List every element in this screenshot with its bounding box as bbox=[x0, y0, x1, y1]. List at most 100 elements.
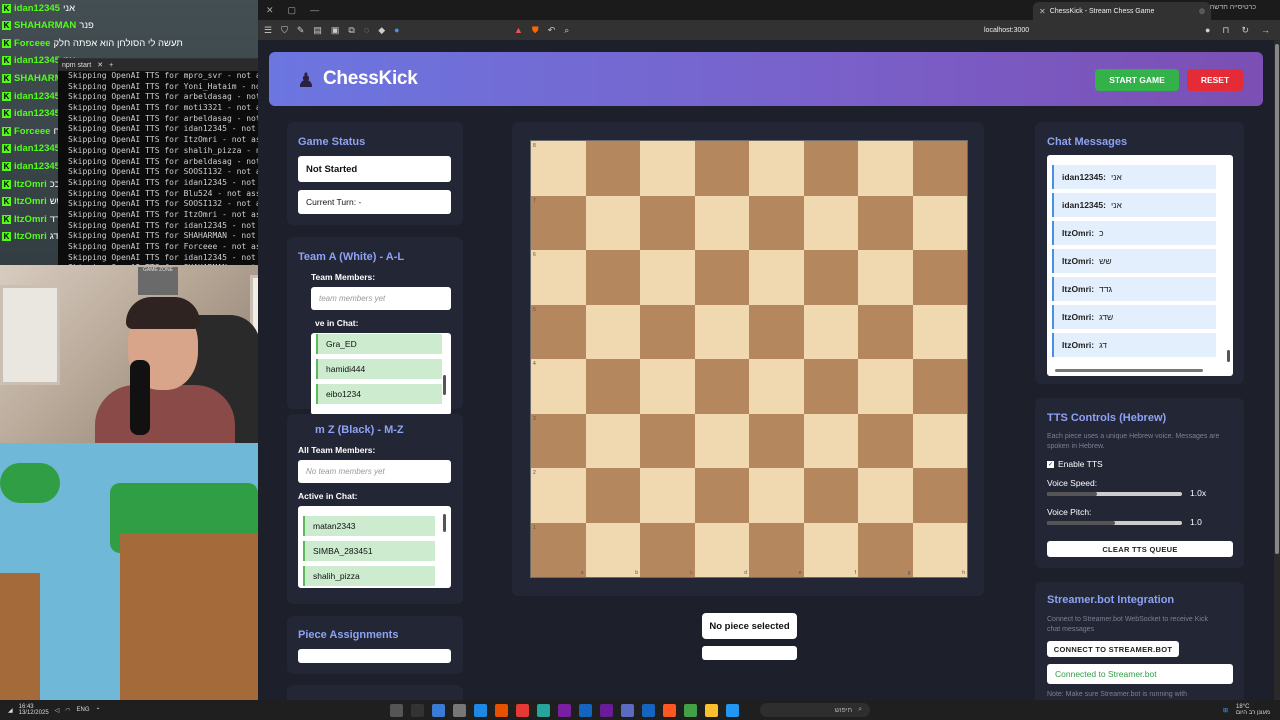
board-square[interactable] bbox=[694, 141, 749, 196]
chat-icon[interactable]: ◌ bbox=[364, 25, 369, 36]
screenshot-icon[interactable]: ⧉ bbox=[348, 25, 354, 36]
board-square[interactable] bbox=[640, 304, 695, 359]
board-square[interactable] bbox=[912, 413, 967, 468]
board-square[interactable] bbox=[803, 195, 858, 250]
board-square[interactable] bbox=[585, 304, 640, 359]
chess-board[interactable]: 87654321abcdefgh bbox=[530, 140, 968, 578]
board-square[interactable] bbox=[858, 468, 913, 523]
board-square[interactable]: g bbox=[858, 522, 913, 577]
git-app-icon[interactable] bbox=[495, 703, 508, 717]
board-square[interactable] bbox=[749, 359, 804, 414]
board-square[interactable] bbox=[858, 141, 913, 196]
brave-shield-icon[interactable]: ⛊ bbox=[532, 25, 539, 36]
board-square[interactable]: e bbox=[749, 522, 804, 577]
board-square[interactable] bbox=[640, 468, 695, 523]
menu-icon[interactable]: ☰ bbox=[264, 25, 272, 36]
board-square[interactable]: f bbox=[803, 522, 858, 577]
board-square[interactable] bbox=[749, 413, 804, 468]
chat-list[interactable]: idan12345: אני idan12345: אני ItzOmri: כ ItzOm… bbox=[1047, 155, 1233, 376]
board-square[interactable]: 6 bbox=[531, 250, 586, 305]
network-icon[interactable]: ◢ bbox=[8, 707, 13, 714]
chrome-app-icon[interactable] bbox=[516, 703, 529, 717]
voice-speed-slider[interactable] bbox=[1047, 492, 1182, 496]
clear-tts-queue-button[interactable]: CLEAR TTS QUEUE bbox=[1047, 541, 1233, 557]
board-square[interactable]: 8 bbox=[531, 141, 586, 196]
settings-app-icon[interactable] bbox=[453, 703, 466, 717]
team-a-active-list[interactable]: Gra_ED hamidi444 eibo1234 bbox=[311, 333, 451, 415]
board-square[interactable]: 7 bbox=[531, 195, 586, 250]
aftereffects-app-icon[interactable] bbox=[579, 703, 592, 717]
premiere-app-icon[interactable] bbox=[600, 703, 613, 717]
board-square[interactable] bbox=[585, 250, 640, 305]
tab-close-icon[interactable]: ✕ bbox=[1039, 7, 1046, 16]
page-scrollbar-thumb[interactable] bbox=[1275, 44, 1279, 554]
brave-app-icon[interactable] bbox=[663, 703, 676, 717]
weather[interactable]: 18°C מעונן רב היום bbox=[1236, 704, 1270, 716]
board-square[interactable] bbox=[803, 359, 858, 414]
board-square[interactable] bbox=[585, 141, 640, 196]
board-square[interactable]: 2 bbox=[531, 468, 586, 523]
close-window-icon[interactable]: ✕ bbox=[266, 5, 274, 16]
team-z-active-list[interactable]: matan2343 SIMBA_283451 shalih_pizza bbox=[298, 506, 451, 588]
board-square[interactable] bbox=[803, 250, 858, 305]
minimize-icon[interactable]: ▢ bbox=[288, 5, 297, 16]
tabs-icon[interactable]: ▣ bbox=[331, 25, 340, 36]
connect-streamerbot-button[interactable]: CONNECT TO STREAMER.BOT bbox=[1047, 641, 1179, 657]
board-square[interactable] bbox=[640, 413, 695, 468]
board-square[interactable] bbox=[749, 141, 804, 196]
board-square[interactable]: c bbox=[640, 522, 695, 577]
steam-app-icon[interactable] bbox=[642, 703, 655, 717]
reset-button[interactable]: RESET bbox=[1187, 69, 1243, 91]
board-square[interactable] bbox=[803, 304, 858, 359]
board-square[interactable] bbox=[640, 250, 695, 305]
board-square[interactable] bbox=[749, 250, 804, 305]
board-square[interactable] bbox=[858, 359, 913, 414]
back-icon[interactable]: ↶ bbox=[548, 25, 556, 36]
start-game-button[interactable]: START GAME bbox=[1095, 69, 1179, 91]
diamond-icon[interactable]: ◆ bbox=[378, 25, 385, 36]
terminal-app-icon[interactable] bbox=[390, 703, 403, 717]
board-square[interactable] bbox=[912, 250, 967, 305]
store-app-icon[interactable] bbox=[684, 703, 697, 717]
board-square[interactable] bbox=[694, 250, 749, 305]
extension-icon[interactable]: ● bbox=[394, 25, 399, 36]
scrollbar[interactable] bbox=[1227, 350, 1230, 362]
sidebar-icon[interactable]: ▤ bbox=[313, 25, 322, 36]
kick-app-icon[interactable] bbox=[726, 703, 739, 717]
board-square[interactable] bbox=[803, 141, 858, 196]
scrollbar[interactable] bbox=[443, 375, 446, 395]
board-square[interactable]: d bbox=[694, 522, 749, 577]
board-square[interactable]: 5 bbox=[531, 304, 586, 359]
board-square[interactable] bbox=[803, 468, 858, 523]
obs-app-icon[interactable] bbox=[411, 703, 424, 717]
clock[interactable]: 16:43 13/12/2025 bbox=[19, 704, 49, 716]
start-icon[interactable]: ⊞ bbox=[1223, 707, 1228, 714]
board-square[interactable] bbox=[694, 359, 749, 414]
board-square[interactable] bbox=[912, 141, 967, 196]
board-square[interactable] bbox=[858, 413, 913, 468]
horizontal-scrollbar[interactable] bbox=[1055, 369, 1203, 372]
warning-icon[interactable]: ▲ bbox=[514, 25, 523, 36]
vscode-app-icon[interactable] bbox=[432, 703, 445, 717]
board-square[interactable] bbox=[912, 468, 967, 523]
maximize-icon[interactable]: — bbox=[310, 5, 319, 16]
board-square[interactable] bbox=[694, 468, 749, 523]
board-square[interactable] bbox=[585, 195, 640, 250]
board-square[interactable] bbox=[694, 304, 749, 359]
board-square[interactable] bbox=[585, 359, 640, 414]
chevron-up-icon[interactable]: ⌃ bbox=[96, 707, 101, 714]
forward-icon[interactable]: → bbox=[1261, 25, 1270, 36]
board-square[interactable] bbox=[585, 413, 640, 468]
board-square[interactable] bbox=[858, 304, 913, 359]
board-square[interactable] bbox=[858, 195, 913, 250]
new-tab-button[interactable]: כרטיסייה חדשה bbox=[1210, 4, 1256, 11]
discord-app-icon[interactable] bbox=[621, 703, 634, 717]
board-square[interactable]: 1a bbox=[531, 522, 586, 577]
scrollbar[interactable] bbox=[443, 514, 446, 532]
profile-icon[interactable]: ● bbox=[1205, 25, 1210, 36]
notepad-app-icon[interactable] bbox=[537, 703, 550, 717]
board-square[interactable] bbox=[749, 195, 804, 250]
board-square[interactable] bbox=[640, 141, 695, 196]
edge-app-icon[interactable] bbox=[474, 703, 487, 717]
board-square[interactable] bbox=[912, 304, 967, 359]
